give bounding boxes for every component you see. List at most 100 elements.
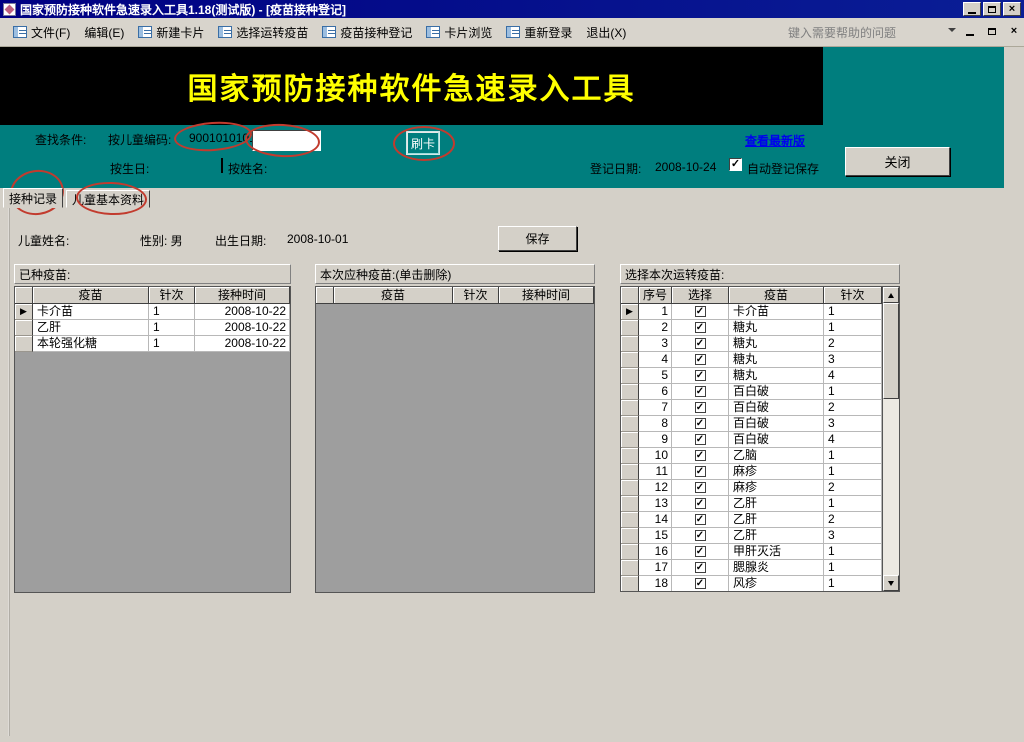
scroll-down-button[interactable] (883, 575, 899, 591)
close-button[interactable]: 关闭 (845, 147, 950, 176)
row-checkbox[interactable]: ✓ (695, 322, 706, 333)
help-question-box[interactable]: 键入需要帮助的问题 (788, 24, 958, 41)
table-row[interactable]: ▶卡介苗12008-10-22 (15, 304, 290, 320)
table-row[interactable]: 5✓糖丸4 (621, 368, 882, 384)
menu-item-5[interactable]: 疫苗接种登记 (315, 21, 419, 44)
row-checkbox[interactable]: ✓ (695, 578, 706, 589)
table-row[interactable]: 10✓乙脑1 (621, 448, 882, 464)
mdi-restore-button[interactable] (984, 24, 1000, 38)
table-row[interactable]: 乙肝12008-10-22 (15, 320, 290, 336)
menu-item-4[interactable]: 选择运转疫苗 (211, 21, 315, 44)
menu-item-2[interactable]: 编辑(E) (77, 21, 131, 44)
row-checkbox[interactable]: ✓ (695, 466, 706, 477)
row-checkbox[interactable]: ✓ (695, 562, 706, 573)
row-checkbox[interactable]: ✓ (695, 546, 706, 557)
row-selector[interactable] (621, 560, 639, 576)
scroll-up-button[interactable] (883, 287, 899, 303)
due-panel-title: 本次应种疫苗:(单击删除) (315, 264, 595, 284)
row-selector[interactable] (621, 448, 639, 464)
row-checkbox[interactable]: ✓ (695, 370, 706, 381)
column-header: 序号 (639, 287, 672, 304)
row-selector[interactable] (621, 544, 639, 560)
table-row[interactable]: 3✓糖丸2 (621, 336, 882, 352)
vertical-scrollbar[interactable] (882, 287, 899, 591)
row-checkbox[interactable]: ✓ (695, 530, 706, 541)
row-checkbox[interactable]: ✓ (695, 306, 706, 317)
row-checkbox[interactable]: ✓ (695, 402, 706, 413)
row-checkbox[interactable]: ✓ (695, 450, 706, 461)
scrollbar-track[interactable] (883, 399, 899, 575)
table-row[interactable]: 9✓百白破4 (621, 432, 882, 448)
latest-version-link[interactable]: 查看最新版 (745, 132, 805, 149)
mdi-close-button[interactable]: × (1006, 24, 1022, 38)
row-checkbox[interactable]: ✓ (695, 354, 706, 365)
row-selector[interactable] (621, 400, 639, 416)
row-selector[interactable] (621, 496, 639, 512)
row-selector[interactable] (621, 352, 639, 368)
row-checkbox[interactable]: ✓ (695, 514, 706, 525)
by-code-label: 按儿童编码: (108, 131, 171, 148)
row-selector[interactable] (621, 336, 639, 352)
table-row[interactable]: 7✓百白破2 (621, 400, 882, 416)
column-header: 针次 (149, 287, 195, 304)
right-arrow-icon: ▶ (20, 306, 27, 317)
row-selector[interactable] (621, 384, 639, 400)
table-row[interactable]: 11✓麻疹1 (621, 464, 882, 480)
row-checkbox[interactable]: ✓ (695, 386, 706, 397)
row-selector[interactable] (15, 336, 33, 352)
vaccine-cell: 卡介苗 (729, 304, 824, 320)
row-selector[interactable] (621, 416, 639, 432)
table-row[interactable]: 本轮强化糖12008-10-22 (15, 336, 290, 352)
close-window-button[interactable]: × (1003, 2, 1021, 16)
table-row[interactable]: 18✓风疹1 (621, 576, 882, 592)
row-checkbox[interactable]: ✓ (695, 498, 706, 509)
row-selector[interactable] (621, 432, 639, 448)
save-button[interactable]: 保存 (498, 226, 577, 251)
row-checkbox[interactable]: ✓ (695, 434, 706, 445)
table-row[interactable]: 13✓乙肝1 (621, 496, 882, 512)
restore-button[interactable] (983, 2, 1001, 16)
row-selector[interactable]: ▶ (621, 304, 639, 320)
chevron-down-icon[interactable] (948, 28, 956, 32)
vaccine-cell: 麻疹 (729, 480, 824, 496)
table-row[interactable]: 14✓乙肝2 (621, 512, 882, 528)
menu-item-1[interactable]: 文件(F) (6, 21, 77, 44)
row-selector[interactable] (621, 512, 639, 528)
menu-item-8[interactable]: 退出(X) (579, 21, 633, 44)
vaccine-cell: 乙肝 (729, 512, 824, 528)
row-selector[interactable] (621, 320, 639, 336)
mdi-minimize-button[interactable] (962, 24, 978, 38)
row-selector[interactable] (621, 464, 639, 480)
close-icon: × (1011, 26, 1017, 36)
row-checkbox[interactable]: ✓ (695, 418, 706, 429)
row-checkbox[interactable]: ✓ (695, 338, 706, 349)
scrollbar-thumb[interactable] (883, 303, 899, 399)
table-row[interactable]: 16✓甲肝灭活1 (621, 544, 882, 560)
autosave-checkbox[interactable]: ✓ (729, 158, 742, 171)
menu-item-6[interactable]: 卡片浏览 (419, 21, 499, 44)
app-icon (3, 3, 16, 16)
seq-cell: 12 (639, 480, 672, 496)
table-row[interactable]: ▶1✓卡介苗1 (621, 304, 882, 320)
menu-item-7[interactable]: 重新登录 (499, 21, 579, 44)
table-row[interactable]: 17✓腮腺炎1 (621, 560, 882, 576)
row-checkbox[interactable]: ✓ (695, 482, 706, 493)
table-row[interactable]: 6✓百白破1 (621, 384, 882, 400)
dose-cell: 1 (824, 464, 882, 480)
minimize-button[interactable] (963, 2, 981, 16)
menu-item-3[interactable]: 新建卡片 (131, 21, 211, 44)
table-row[interactable]: 2✓糖丸1 (621, 320, 882, 336)
row-selector[interactable] (621, 368, 639, 384)
table-row[interactable]: 12✓麻疹2 (621, 480, 882, 496)
tab-vaccination-record[interactable]: 接种记录 (3, 188, 63, 208)
table-row[interactable]: 8✓百白破3 (621, 416, 882, 432)
row-selector[interactable]: ▶ (15, 304, 33, 320)
row-selector[interactable] (15, 320, 33, 336)
by-birthday-label: 按生日: (110, 160, 149, 177)
row-selector[interactable] (621, 576, 639, 592)
row-selector[interactable] (621, 480, 639, 496)
table-row[interactable]: 4✓糖丸3 (621, 352, 882, 368)
row-selector[interactable] (621, 528, 639, 544)
table-row[interactable]: 15✓乙肝3 (621, 528, 882, 544)
vaccine-cell: 腮腺炎 (729, 560, 824, 576)
